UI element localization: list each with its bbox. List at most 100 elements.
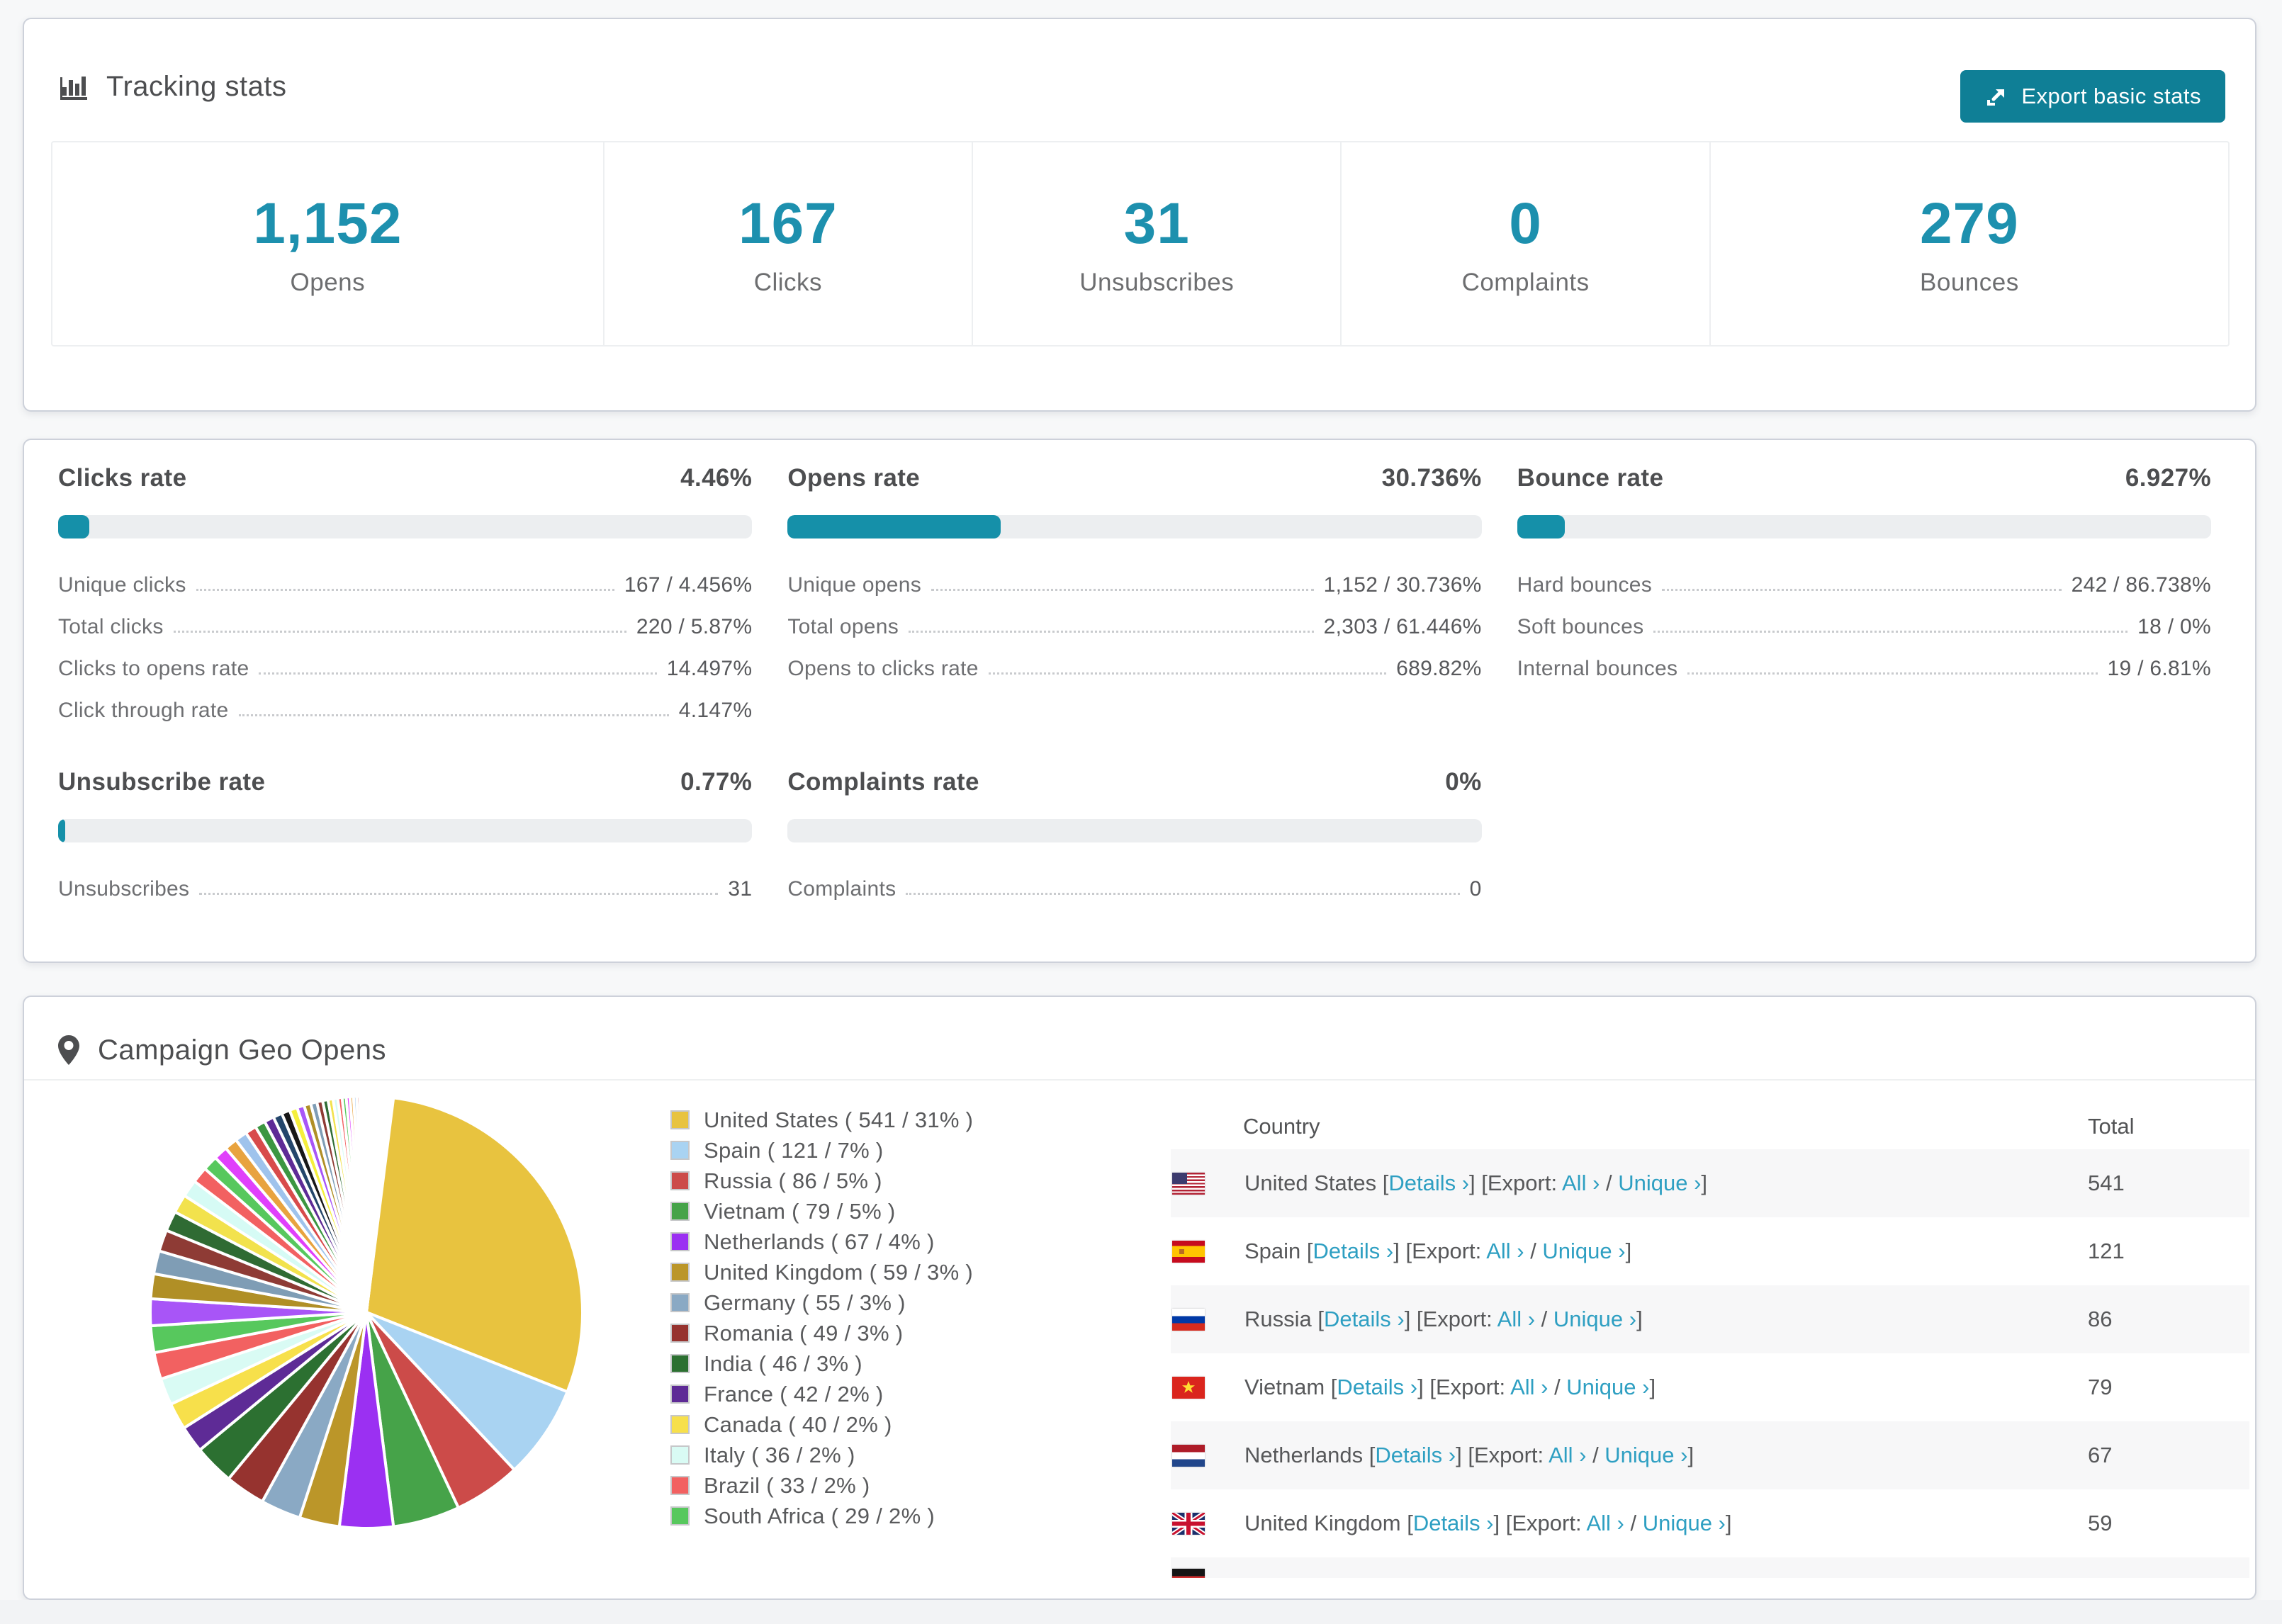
- export-unique-link[interactable]: Unique ›: [1604, 1443, 1687, 1467]
- legend-item: Canada ( 40 / 2% ): [670, 1409, 973, 1440]
- rate-row-label: Hard bounces: [1517, 573, 1653, 597]
- country-name: United States: [1244, 1171, 1383, 1195]
- rate-row: Soft bounces 18 / 0%: [1517, 597, 2211, 639]
- legend-item: Romania ( 49 / 3% ): [670, 1318, 973, 1348]
- export-unique-link[interactable]: Unique ›: [1618, 1171, 1701, 1195]
- rates-card: Clicks rate 4.46% Unique clicks 167 / 4.456…: [23, 439, 2256, 963]
- legend-item: Spain ( 121 / 7% ): [670, 1135, 973, 1166]
- export-all-link[interactable]: All ›: [1562, 1171, 1600, 1195]
- export-unique-link[interactable]: Unique ›: [1542, 1239, 1625, 1263]
- rate-row-value: 18 / 0%: [2137, 615, 2211, 638]
- geo-divider: [24, 1079, 2255, 1081]
- export-all-link[interactable]: All ›: [1486, 1239, 1524, 1263]
- geo-table-row-united-kingdom: United Kingdom [Details ›] [Export: All …: [1171, 1489, 2249, 1557]
- summary-box-bounces: 279 Bounces: [1709, 142, 2228, 345]
- export-unique-link[interactable]: Unique ›: [1643, 1511, 1726, 1535]
- legend-swatch: [670, 1324, 690, 1343]
- rate-block-bounce-rate: Bounce rate 6.927% Hard bounces 242 / 86.73…: [1517, 464, 2211, 723]
- export-all-link[interactable]: All ›: [1586, 1511, 1624, 1535]
- country-cell: Spain [Details ›] [Export: All › / Uniqu…: [1244, 1239, 1632, 1263]
- rate-row: Unsubscribes 31: [58, 859, 752, 901]
- rate-progress-bar: [787, 515, 1482, 538]
- geo-table-row-spain: Spain [Details ›] [Export: All › / Uniqu…: [1171, 1217, 2249, 1285]
- rate-row-label: Complaints: [787, 877, 896, 901]
- export-button-label: Export basic stats: [2021, 84, 2201, 108]
- summary-box-opens: 1,152 Opens: [52, 142, 603, 345]
- flag-spain: [1172, 1240, 1205, 1263]
- legend-label: Russia ( 86 / 5% ): [704, 1168, 882, 1193]
- export-all-link[interactable]: All ›: [1548, 1443, 1586, 1467]
- column-header-total: Total: [2088, 1114, 2135, 1139]
- rate-block-unsubscribe-rate: Unsubscribe rate 0.77% Unsubscribes 31: [58, 768, 753, 901]
- country-cell: Russia [Details ›] [Export: All › / Uniq…: [1244, 1307, 1643, 1331]
- legend-swatch: [670, 1415, 690, 1434]
- campaign-geo-opens-card: Campaign Geo Opens United States ( 541 /…: [23, 996, 2256, 1600]
- total-cell: 67: [2088, 1443, 2113, 1467]
- country-cell: Netherlands [Details ›] [Export: All › /…: [1244, 1443, 1694, 1467]
- summary-label: Clicks: [753, 269, 823, 296]
- dotted-leader: [173, 631, 626, 633]
- rate-row: Clicks to opens rate 14.497%: [58, 639, 752, 681]
- rate-row: Internal bounces 19 / 6.81%: [1517, 639, 2211, 681]
- details-link[interactable]: Details ›: [1375, 1443, 1456, 1467]
- summary-box-unsubscribes: 31 Unsubscribes: [972, 142, 1340, 345]
- details-link[interactable]: Details ›: [1324, 1307, 1405, 1331]
- dotted-leader: [199, 893, 719, 895]
- rate-progress-bar: [58, 515, 753, 538]
- rate-row-value: 242 / 86.738%: [2071, 573, 2211, 597]
- details-link[interactable]: Details ›: [1388, 1171, 1469, 1195]
- rate-row: Opens to clicks rate 689.82%: [787, 639, 1481, 681]
- export-all-link[interactable]: All ›: [1497, 1307, 1535, 1331]
- flag-russia: [1172, 1308, 1205, 1331]
- rate-row: Complaints 0: [787, 859, 1481, 901]
- details-link[interactable]: Details ›: [1337, 1375, 1417, 1399]
- flag-germany: [1172, 1569, 1205, 1578]
- legend-label: India ( 46 / 3% ): [704, 1350, 862, 1376]
- details-link[interactable]: Details ›: [1313, 1239, 1394, 1263]
- geo-table-row-partial: [1171, 1557, 2249, 1578]
- dotted-leader: [906, 893, 1460, 895]
- legend-label: France ( 42 / 2% ): [704, 1381, 884, 1406]
- rate-row: Total opens 2,303 / 61.446%: [787, 597, 1481, 639]
- rate-title: Unsubscribe rate: [58, 768, 266, 796]
- rate-row-value: 689.82%: [1396, 657, 1482, 680]
- rate-value: 0.77%: [680, 768, 753, 796]
- rate-row: Unique opens 1,152 / 30.736%: [787, 556, 1481, 597]
- rate-row-value: 1,152 / 30.736%: [1323, 573, 1482, 597]
- geo-header: Campaign Geo Opens: [57, 1034, 386, 1066]
- rate-row-label: Clicks to opens rate: [58, 657, 249, 680]
- legend-swatch: [670, 1385, 690, 1404]
- export-basic-stats-button[interactable]: Export basic stats: [1960, 70, 2225, 123]
- legend-label: Vietnam ( 79 / 5% ): [704, 1198, 896, 1224]
- geo-pie-chart: [137, 1083, 595, 1541]
- rate-row-label: Unsubscribes: [58, 877, 190, 901]
- legend-item: France ( 42 / 2% ): [670, 1379, 973, 1409]
- export-all-link[interactable]: All ›: [1510, 1375, 1548, 1399]
- details-link[interactable]: Details ›: [1413, 1511, 1494, 1535]
- rate-progress-fill: [58, 515, 89, 538]
- flag-united-kingdom: [1172, 1512, 1205, 1535]
- legend-label: Brazil ( 33 / 2% ): [704, 1472, 870, 1498]
- dotted-leader: [1687, 672, 2098, 675]
- rate-block-clicks-rate: Clicks rate 4.46% Unique clicks 167 / 4.456…: [58, 464, 753, 723]
- legend-item: Netherlands ( 67 / 4% ): [670, 1227, 973, 1257]
- column-header-country: Country: [1243, 1114, 1320, 1139]
- legend-item: United States ( 541 / 31% ): [670, 1105, 973, 1135]
- summary-value: 31: [1123, 191, 1190, 256]
- geo-table-row-russia: Russia [Details ›] [Export: All › / Uniq…: [1171, 1285, 2249, 1353]
- legend-item: United Kingdom ( 59 / 3% ): [670, 1257, 973, 1287]
- flag-vietnam: [1172, 1376, 1205, 1399]
- rate-row-label: Opens to clicks rate: [787, 657, 979, 680]
- country-cell: Vietnam [Details ›] [Export: All › / Uni…: [1244, 1375, 1656, 1399]
- rate-progress-fill: [58, 819, 65, 842]
- legend-swatch: [670, 1171, 690, 1190]
- export-unique-link[interactable]: Unique ›: [1566, 1375, 1649, 1399]
- rate-row: Unique clicks 167 / 4.456%: [58, 556, 752, 597]
- export-unique-link[interactable]: Unique ›: [1553, 1307, 1636, 1331]
- legend-item: Russia ( 86 / 5% ): [670, 1166, 973, 1196]
- legend-label: Italy ( 36 / 2% ): [704, 1442, 855, 1467]
- rate-row-value: 0: [1469, 877, 1482, 901]
- legend-swatch: [670, 1445, 690, 1465]
- legend-item: Italy ( 36 / 2% ): [670, 1440, 973, 1470]
- dotted-leader: [931, 589, 1314, 591]
